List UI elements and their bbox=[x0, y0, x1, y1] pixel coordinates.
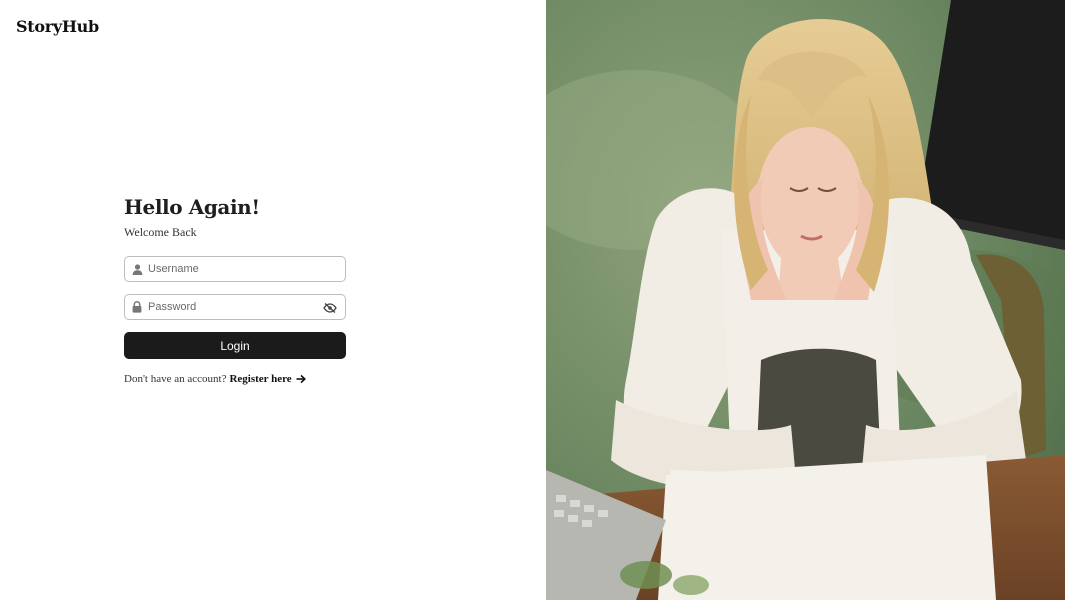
page-subtitle: Welcome Back bbox=[124, 225, 197, 239]
login-panel: StoryHub Hello Again! Welcome Back Usern… bbox=[0, 0, 546, 600]
eye-slash-icon[interactable] bbox=[323, 301, 337, 315]
user-icon bbox=[126, 257, 148, 281]
register-link-label[interactable]: Register here bbox=[229, 373, 291, 385]
hero-image bbox=[546, 0, 1065, 600]
page-title: Hello Again! bbox=[124, 195, 260, 219]
register-prompt: Don't have an account? bbox=[124, 373, 227, 385]
username-field[interactable] bbox=[124, 256, 346, 282]
register-prompt-line: Don't have an account? Register here bbox=[124, 373, 346, 385]
password-field[interactable] bbox=[124, 294, 346, 320]
register-link[interactable]: Register here bbox=[229, 373, 306, 385]
username-input[interactable] bbox=[148, 258, 308, 280]
brand-logo[interactable]: StoryHub bbox=[16, 17, 99, 36]
password-input[interactable] bbox=[148, 296, 308, 318]
lock-icon bbox=[126, 295, 148, 319]
reading-woman-illustration bbox=[546, 0, 1065, 600]
login-button[interactable]: Login bbox=[124, 332, 346, 359]
login-form: Hello Again! Welcome Back Username Login… bbox=[124, 193, 346, 385]
arrow-right-icon bbox=[296, 374, 306, 384]
